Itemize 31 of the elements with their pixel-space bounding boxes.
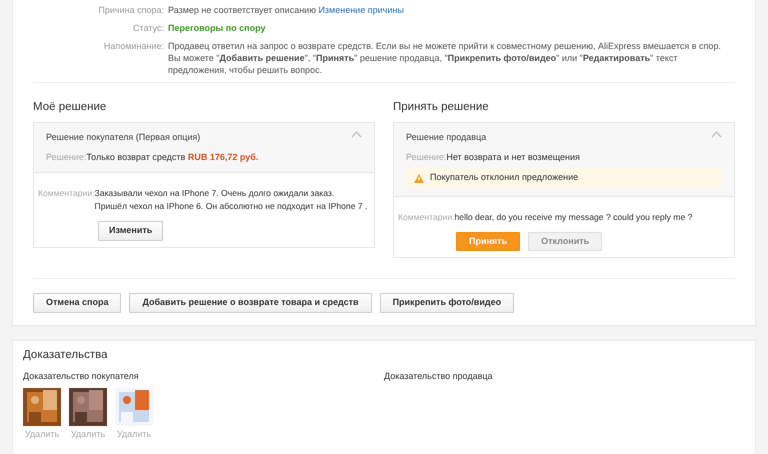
section-title: Доказательства (23, 348, 109, 363)
field-label: Комментарии: (398, 210, 455, 224)
section-title: Моё решение (33, 100, 108, 115)
status-value: Переговоры по спору (168, 23, 266, 33)
evidence-subtitle: Доказательство покупателя (23, 370, 140, 384)
field-label: Причина спора: (97, 4, 165, 16)
reminder-text: Продавец ответил на запрос о возврате средств. Если вы не можете прийти к совместному решению, AliExpress вмешается в спор. Вы можете "Добавить решение", "Принять" решение продавца, "Прикрепить фото/видео" или "Редактировать" текст предложения, чтобы решить вопрос. (168, 41, 721, 75)
solution-value: Только возврат средств (86, 152, 186, 162)
collapse-icon[interactable] (351, 131, 362, 138)
field-value: Размер не соответствует описанию (168, 5, 317, 15)
field-label: Решение: (406, 152, 446, 162)
refund-amount: RUB 176,72 руб. (188, 152, 258, 162)
cancel-dispute-button[interactable]: Отмена спора (33, 293, 122, 313)
field-label: Напоминание: (102, 40, 165, 53)
add-solution-button[interactable]: Добавить решение о возврате товара и средств (129, 293, 372, 313)
section-title: Принять решение (393, 100, 490, 115)
warning-icon (414, 174, 424, 182)
solution-value: Нет возврата и нет возмещения (446, 152, 580, 162)
field-label: Комментарии: (38, 187, 95, 200)
comment-text: Заказывали чехол на IPhone 7. Очень долго ожидали заказ. Пришёл чехол на IPhone 6. Он абсолютно не подходит на IPhone 7 . (94, 187, 368, 214)
field-label: Статус: (132, 22, 165, 34)
change-reason-link[interactable]: Изменение причины (318, 5, 404, 15)
edit-button[interactable]: Изменить (98, 221, 164, 241)
evidence-subtitle: Доказательство продавца (384, 370, 494, 384)
collapse-icon[interactable] (711, 131, 722, 138)
warning-text: Покупатель отклонил предложение (430, 171, 578, 184)
comment-text: hello dear, do you receive my message ? could you reply me ? (454, 210, 692, 224)
attach-media-button[interactable]: Прикрепить фото/видео (380, 293, 514, 313)
solution-title: Решение покупателя (Первая опция) (46, 131, 200, 144)
field-label: Решение: (46, 152, 86, 162)
solution-title: Решение продавца (406, 131, 486, 144)
